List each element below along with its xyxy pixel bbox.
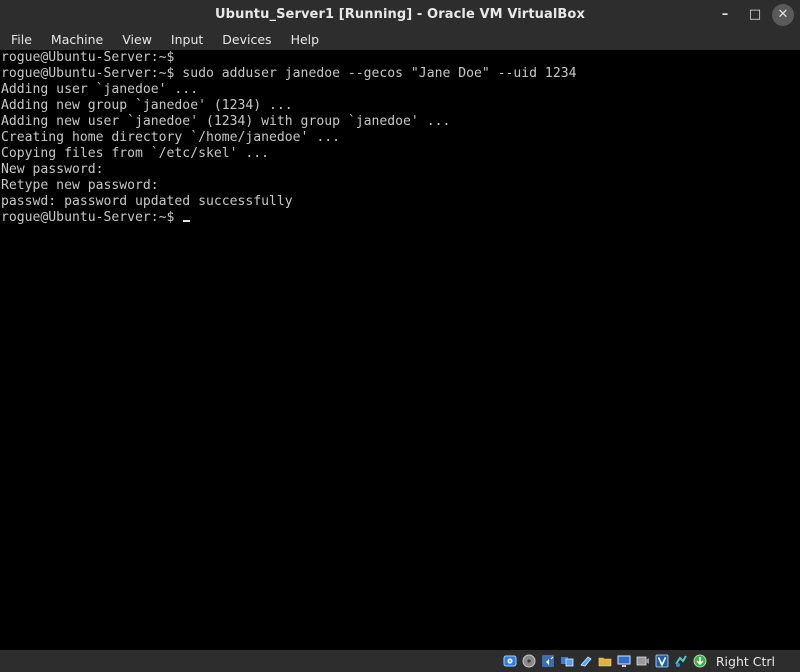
menu-bar: File Machine View Input Devices Help	[0, 29, 800, 50]
vm-console-screen[interactable]: rogue@Ubuntu-Server:~$ rogue@Ubuntu-Serv…	[0, 50, 800, 650]
network-icon[interactable]	[560, 654, 575, 669]
display-icon[interactable]	[617, 654, 632, 669]
window-controls: – □ ✕	[712, 0, 800, 29]
text-cursor	[183, 220, 191, 222]
close-icon: ✕	[777, 7, 789, 22]
terminal-prompt-line: rogue@Ubuntu-Server:~$	[0, 210, 800, 226]
menu-view[interactable]: View	[111, 29, 160, 50]
minimize-icon: –	[721, 7, 729, 22]
maximize-icon: □	[748, 7, 762, 22]
optical-drive-icon[interactable]	[522, 654, 537, 669]
video-capture-icon[interactable]	[636, 654, 651, 669]
terminal-line: Adding new group `janedoe' (1234) ...	[1, 98, 293, 113]
title-bar[interactable]: Ubuntu_Server1 [Running] - Oracle VM Vir…	[0, 0, 800, 29]
maximize-button[interactable]: □	[742, 4, 768, 26]
menu-help[interactable]: Help	[280, 29, 328, 50]
terminal-line: Creating home directory `/home/janedoe' …	[1, 130, 340, 145]
virtualization-icon[interactable]	[655, 654, 670, 669]
keyboard-capture-icon[interactable]	[693, 654, 708, 669]
virtualbox-window: Ubuntu_Server1 [Running] - Oracle VM Vir…	[0, 0, 800, 672]
mouse-integration-icon[interactable]	[674, 654, 689, 669]
terminal-line: passwd: password updated successfully	[1, 194, 293, 209]
terminal-line: rogue@Ubuntu-Server:~$	[1, 50, 175, 65]
window-title: Ubuntu_Server1 [Running] - Oracle VM Vir…	[215, 7, 585, 22]
terminal-line: Adding new user `janedoe' (1234) with gr…	[1, 114, 451, 129]
terminal-line: Copying files from `/etc/skel' ...	[1, 146, 270, 161]
terminal-line: New password:	[1, 162, 104, 177]
terminal-line: Adding user `janedoe' ...	[1, 82, 199, 97]
close-button[interactable]: ✕	[772, 3, 794, 26]
host-key-label[interactable]: Right Ctrl	[716, 654, 775, 669]
usb-icon[interactable]	[579, 654, 594, 669]
hard-disk-icon[interactable]	[503, 654, 518, 669]
terminal-line: rogue@Ubuntu-Server:~$ sudo adduser jane…	[1, 66, 577, 81]
status-bar: Right Ctrl	[0, 650, 800, 672]
menu-devices[interactable]: Devices	[211, 29, 279, 50]
menu-machine[interactable]: Machine	[40, 29, 111, 50]
menu-input[interactable]: Input	[160, 29, 211, 50]
shared-folders-icon[interactable]	[598, 654, 613, 669]
terminal-line: Retype new password:	[1, 178, 159, 193]
menu-file[interactable]: File	[0, 29, 40, 50]
terminal-prompt: rogue@Ubuntu-Server:~$	[1, 210, 183, 225]
minimize-button[interactable]: –	[712, 4, 738, 26]
audio-icon[interactable]	[541, 654, 556, 669]
